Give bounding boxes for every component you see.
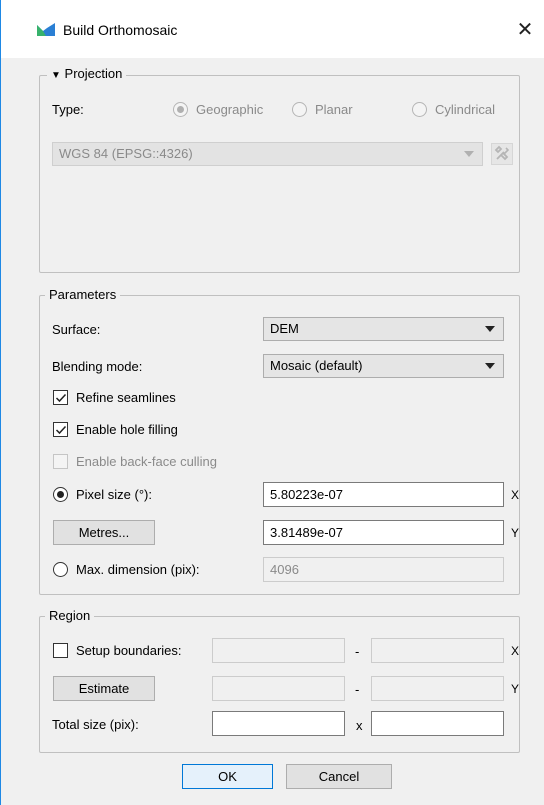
surface-select-value: DEM: [270, 321, 299, 336]
setup-boundaries-label[interactable]: Setup boundaries:: [76, 643, 182, 659]
times-separator: x: [356, 718, 363, 733]
dialog-window: Build Orthomosaic ✕ ▼ Projection Type: G…: [0, 0, 544, 805]
setup-boundaries-checkbox[interactable]: [53, 643, 68, 658]
radio-geographic[interactable]: [173, 102, 188, 117]
region-axis-y-label: Y: [511, 682, 520, 696]
dash-separator: -: [355, 682, 360, 697]
dash-separator: -: [355, 644, 360, 659]
total-size-label: Total size (pix):: [52, 717, 139, 732]
blending-mode-select-value: Mosaic (default): [270, 358, 363, 373]
blending-mode-label: Blending mode:: [52, 359, 143, 374]
refine-seamlines-checkbox[interactable]: [53, 390, 68, 405]
chevron-down-icon: [464, 151, 474, 157]
region-axis-x-label: X: [511, 644, 520, 658]
back-face-culling-label: Enable back-face culling: [76, 454, 217, 469]
checkmark-icon: [55, 393, 67, 403]
chevron-down-icon: [485, 326, 495, 332]
radio-cylindrical[interactable]: [412, 102, 427, 117]
radio-geographic-label: Geographic: [196, 102, 264, 117]
app-icon: [37, 23, 55, 39]
total-size-height-input[interactable]: [371, 711, 504, 736]
total-size-width-input[interactable]: [212, 711, 345, 736]
radio-cylindrical-label: Cylindrical: [435, 102, 495, 117]
crs-select[interactable]: WGS 84 (EPSG::4326): [52, 142, 483, 166]
projection-title-label: Projection: [64, 66, 123, 81]
radio-planar[interactable]: [292, 102, 307, 117]
max-dimension-input[interactable]: 4096: [263, 557, 504, 582]
title-bar[interactable]: Build Orthomosaic ✕: [1, 0, 544, 58]
region-group-title: Region: [45, 608, 95, 624]
axis-x-label: X: [511, 488, 520, 502]
parameters-group-title: Parameters: [45, 287, 121, 303]
blending-mode-select[interactable]: Mosaic (default): [263, 354, 504, 378]
boundary-y-max-input[interactable]: [371, 676, 504, 701]
hole-filling-label[interactable]: Enable hole filling: [76, 422, 178, 438]
surface-select[interactable]: DEM: [263, 317, 504, 341]
boundary-x-min-input[interactable]: [212, 638, 345, 663]
refine-seamlines-label[interactable]: Refine seamlines: [76, 390, 176, 406]
radio-pixel-size[interactable]: [53, 487, 68, 502]
type-label: Type:: [52, 102, 84, 117]
boundary-y-min-input[interactable]: [212, 676, 345, 701]
radio-planar-label: Planar: [315, 102, 353, 117]
surface-label: Surface:: [52, 322, 101, 337]
close-icon[interactable]: ✕: [513, 16, 537, 42]
hole-filling-checkbox[interactable]: [53, 422, 68, 437]
max-dimension-label: Max. dimension (pix):: [76, 562, 200, 577]
chevron-down-icon: [485, 363, 495, 369]
boundary-x-max-input[interactable]: [371, 638, 504, 663]
projection-group-title[interactable]: ▼ Projection: [47, 66, 127, 84]
checkmark-icon: [55, 425, 67, 435]
pixel-size-y-input[interactable]: 3.81489e-07: [263, 520, 504, 545]
collapse-triangle-icon[interactable]: ▼: [51, 70, 61, 81]
radio-max-dimension[interactable]: [53, 562, 68, 577]
estimate-button[interactable]: Estimate: [53, 676, 155, 701]
metres-button[interactable]: Metres...: [53, 520, 155, 545]
pixel-size-x-input[interactable]: 5.80223e-07: [263, 482, 504, 507]
pixel-size-label: Pixel size (°):: [76, 487, 152, 502]
axis-y-label: Y: [511, 526, 520, 540]
wrench-screwdriver-icon[interactable]: [491, 143, 513, 165]
dialog-title: Build Orthomosaic: [63, 22, 178, 38]
cancel-button[interactable]: Cancel: [286, 764, 392, 789]
crs-select-value: WGS 84 (EPSG::4326): [59, 146, 193, 161]
ok-button[interactable]: OK: [182, 764, 273, 789]
back-face-culling-checkbox[interactable]: [53, 454, 68, 469]
